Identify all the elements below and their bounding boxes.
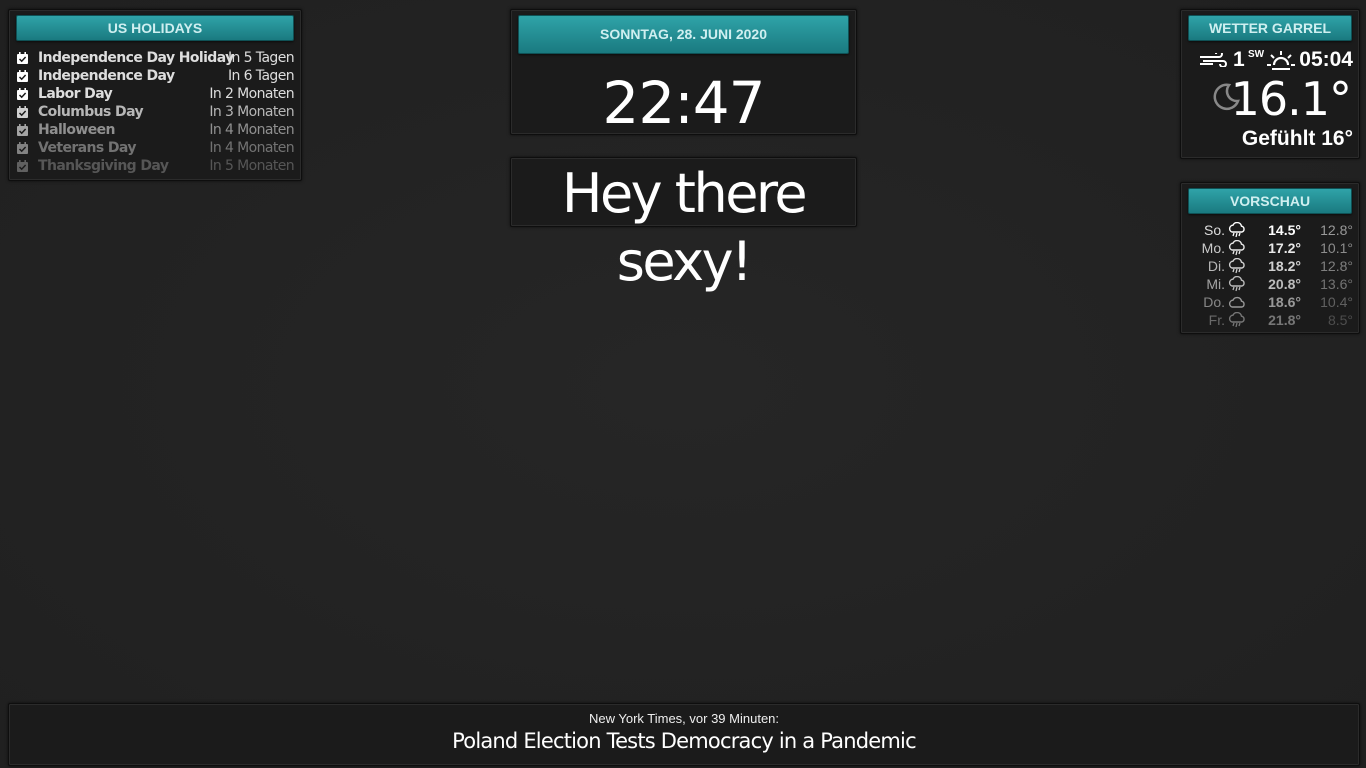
forecast-low: 10.4° (1320, 294, 1353, 310)
forecast-row: Di. 18.2° 12.8° (1181, 257, 1353, 275)
clock-date: SONNTAG, 28. JUNI 2020 (518, 15, 849, 54)
current-weather-panel: WETTER GARREL 1 SW 05:04 16.1° Gefühlt 1… (1180, 9, 1360, 159)
calendar-check-icon (17, 106, 28, 118)
rain-cloud-icon (1228, 222, 1245, 238)
holiday-item: Halloween In 4 Monaten (17, 121, 295, 139)
holiday-item: Independence Day In 6 Tagen (17, 67, 295, 85)
forecast-low: 12.8° (1320, 258, 1353, 274)
forecast-high: 17.2° (1268, 240, 1301, 256)
calendar-check-icon (17, 88, 28, 100)
holiday-name: Halloween (38, 122, 115, 138)
holidays-panel: US HOLIDAYS Independence Day Holiday In 5… (8, 9, 302, 181)
forecast-list: So. 14.5° 12.8° Mo. 17.2° 10.1° Di. 18.2° 12.8° M… (1181, 221, 1353, 329)
holiday-item: Independence Day Holiday In 5 Tagen (17, 49, 295, 67)
holiday-item: Columbus Day In 3 Monaten (17, 103, 295, 121)
holidays-header: US HOLIDAYS (16, 15, 294, 41)
calendar-check-icon (17, 124, 28, 136)
forecast-high: 14.5° (1268, 222, 1301, 238)
holidays-list: Independence Day Holiday In 5 Tagen Indepe… (17, 49, 295, 175)
forecast-low: 10.1° (1320, 240, 1353, 256)
wind-direction: SW (1248, 49, 1265, 60)
rain-cloud-icon (1228, 312, 1245, 328)
holiday-when: In 6 Tagen (228, 68, 295, 84)
sunrise-time: 05:04 (1299, 48, 1353, 71)
forecast-row: So. 14.5° 12.8° (1181, 221, 1353, 239)
current-temperature: 16.1° (1230, 72, 1352, 126)
holiday-name: Labor Day (38, 86, 113, 102)
holiday-when: In 5 Monaten (209, 158, 294, 174)
weather-header: WETTER GARREL (1188, 15, 1352, 41)
wind-icon (1200, 53, 1227, 67)
holiday-item: Thanksgiving Day In 5 Monaten (17, 157, 295, 175)
rain-cloud-icon (1228, 276, 1245, 292)
calendar-check-icon (17, 52, 28, 64)
forecast-row: Fr. 21.8° 8.5° (1181, 311, 1353, 329)
rain-cloud-icon (1228, 258, 1245, 274)
weather-wind-sun-row: 1 SW 05:04 (1181, 47, 1353, 73)
forecast-day: Fr. (1208, 312, 1225, 328)
cloud-icon (1228, 296, 1245, 308)
sunrise-icon (1267, 51, 1295, 70)
holiday-name: Independence Day Holiday (38, 50, 234, 66)
news-source: New York Times, vor 39 Minuten: (588, 711, 780, 726)
holiday-when: In 4 Monaten (209, 122, 294, 138)
clock-time: 22:47 (602, 69, 765, 137)
forecast-day: Mo. (1201, 240, 1225, 256)
rain-cloud-icon (1228, 240, 1245, 256)
holiday-when: In 3 Monaten (209, 104, 294, 120)
forecast-day: Di. (1207, 258, 1225, 274)
newsfeed-panel: New York Times, vor 39 Minuten: Poland E… (8, 703, 1360, 766)
holiday-item: Labor Day In 2 Monaten (17, 85, 295, 103)
calendar-check-icon (17, 160, 28, 172)
forecast-day: Mi. (1206, 276, 1225, 292)
forecast-day: So. (1203, 222, 1225, 238)
forecast-high: 18.2° (1268, 258, 1301, 274)
forecast-high: 18.6° (1268, 294, 1301, 310)
forecast-header: VORSCHAU (1188, 188, 1352, 214)
holiday-name: Independence Day (38, 68, 175, 84)
holiday-name: Thanksgiving Day (38, 158, 169, 174)
feels-like-temperature: Gefühlt 16° (1241, 127, 1353, 150)
calendar-check-icon (17, 70, 28, 82)
forecast-row: Mo. 17.2° 10.1° (1181, 239, 1353, 257)
forecast-high: 20.8° (1268, 276, 1301, 292)
forecast-low: 13.6° (1320, 276, 1353, 292)
holiday-item: Veterans Day In 4 Monaten (17, 139, 295, 157)
forecast-low: 12.8° (1320, 222, 1353, 238)
forecast-high: 21.8° (1268, 312, 1301, 328)
news-headline: Poland Election Tests Democracy in a Pan… (452, 729, 916, 753)
forecast-row: Do. 18.6° 10.4° (1181, 293, 1353, 311)
holiday-when: In 5 Tagen (228, 50, 295, 66)
compliment-panel: Hey there sexy! (510, 157, 857, 293)
forecast-panel: VORSCHAU So. 14.5° 12.8° Mo. 17.2° 10.1° Di. 18… (1180, 182, 1360, 334)
forecast-day: Do. (1203, 294, 1225, 310)
forecast-low: 8.5° (1327, 312, 1353, 328)
calendar-check-icon (17, 142, 28, 154)
holiday-when: In 4 Monaten (209, 140, 294, 156)
compliment-text: Hey there sexy! (561, 162, 808, 293)
forecast-row: Mi. 20.8° 13.6° (1181, 275, 1353, 293)
holiday-when: In 2 Monaten (209, 86, 294, 102)
wind-speed: 1 (1233, 48, 1245, 71)
holiday-name: Veterans Day (38, 140, 136, 156)
clock-panel: SONNTAG, 28. JUNI 2020 22:47 (510, 9, 857, 137)
holiday-name: Columbus Day (38, 104, 144, 120)
